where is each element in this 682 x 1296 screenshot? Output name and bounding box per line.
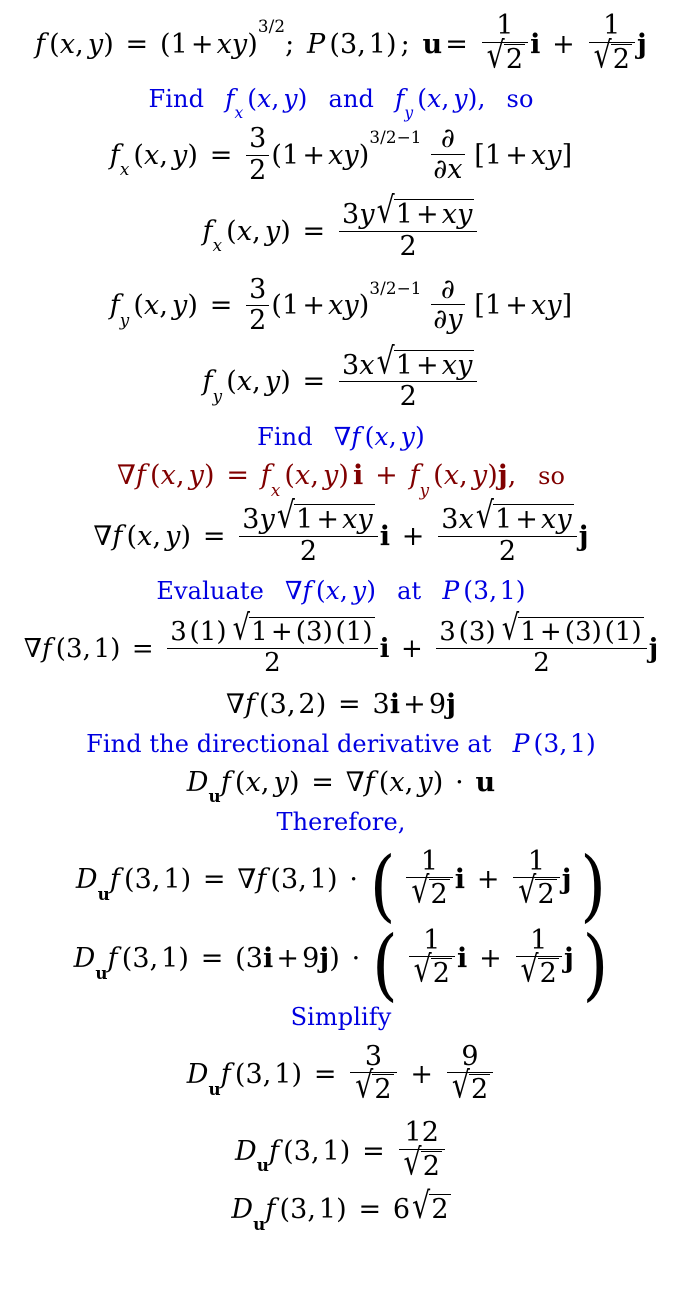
equation-fx-result: fx (x, y) = 3y√1 + xy 2 xyxy=(0,192,682,261)
equation-fy-chain: fy (x, y) = 3 2 (1 + xy)3/2−1 ∂ ∂y [1 + xy] xyxy=(109,273,573,337)
instruction-therefore: Therefore, xyxy=(276,807,406,836)
equation-gradient-substituted: ∇f (3, 1) = 3 (1) √1 + (3) (1) 2 i + 3 (3) √1… xyxy=(23,608,659,679)
instruction-find-gradient: Find ∇f (x, y) xyxy=(257,422,425,452)
instruction-simplify: Simplify xyxy=(290,1002,392,1031)
instruction-find-partials: Find fx (x, y) and fy (x, y), so xyxy=(148,84,534,122)
equation-simplify-2: Duf (3, 1) = 12 √2 xyxy=(0,1118,682,1181)
equation-gradient-expanded: ∇f (x, y) = 3y√1 + xy 2 i + 3x√1 + xy 2 j xyxy=(93,494,589,567)
equation-gradient-value: ∇f (3, 2) = 3i +9j xyxy=(226,688,456,720)
instruction-evaluate-gradient: Evaluate ∇f (x, y) at P (3, 1) xyxy=(156,576,526,606)
equation-directional-sub2: Duf (3, 1) = (3i +9j) · ( 1 √2 i + 1 √2 j ) xyxy=(73,919,609,1011)
equation-directional-definition: Duf (x, y) = ∇f (x, y) · u xyxy=(186,766,496,807)
equation-fy-result: fy (x, y) = 3x√1 + xy 2 xyxy=(0,342,682,411)
equation-final-answer: Duf (3, 1) = 6√2 xyxy=(231,1184,451,1234)
equation-simplify-1: Duf (3, 1) = 3 √2 + 9 √2 xyxy=(0,1042,682,1105)
equation-fx-chain: fx (x, y) = 3 2 (1 + xy)3/2−1 ∂ ∂x [1 + xy] xyxy=(109,123,573,186)
equation-gradient-definition: ∇f (x, y) = fx (x, y) i + fy (x, y)j, so xyxy=(116,460,566,500)
equation-given: f (x, y) = (1 + xy)3/2; P (3, 1); u = 1 √2 i + 1… xyxy=(35,10,647,77)
equation-directional-sub1: Duf (3, 1) = ∇f (3, 1) · ( 1 √2 i + 1 √2 j ) xyxy=(75,840,607,932)
instruction-find-directional-derivative: Find the directional derivative at P (3, … xyxy=(86,728,596,758)
math-solution-page: f (x, y) = (1 + xy)3/2; P (3, 1); u = 1 √2 i + 1… xyxy=(0,0,682,1296)
